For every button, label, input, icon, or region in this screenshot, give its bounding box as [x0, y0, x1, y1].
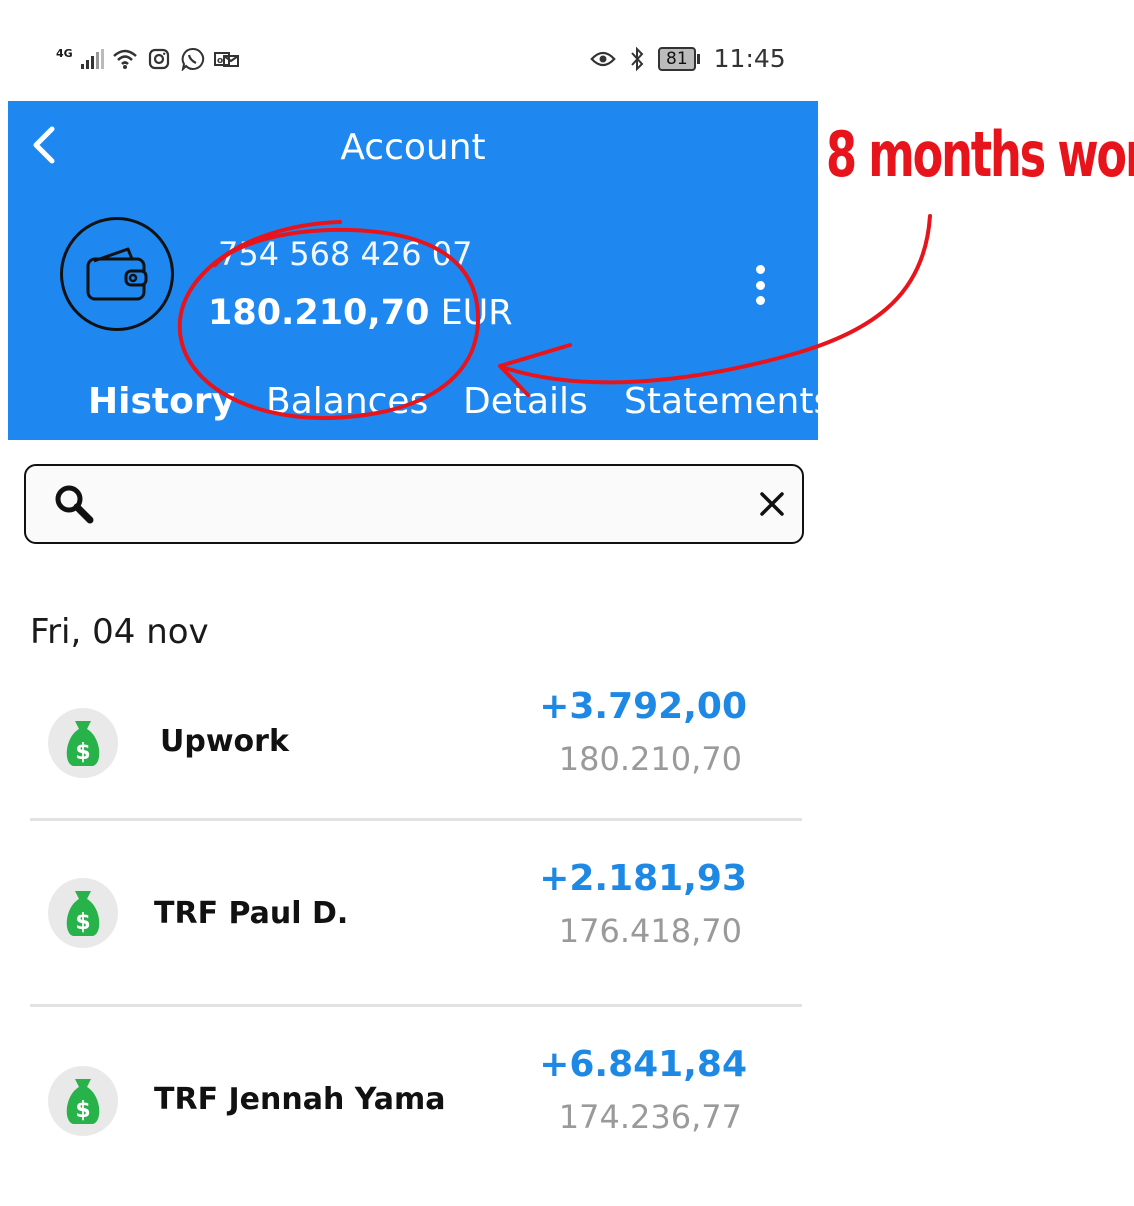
date-header: Fri, 04 nov	[30, 612, 209, 652]
bluetooth-icon	[624, 46, 650, 72]
status-bar-left: 4G o	[56, 46, 240, 72]
svg-text:$: $	[75, 910, 90, 935]
transaction-running-balance: 180.210,70	[558, 740, 742, 778]
page-title: Account	[340, 127, 486, 168]
money-bag-icon: $	[48, 1066, 118, 1136]
annotation-label: 8 months work	[826, 118, 1134, 191]
transaction-running-balance: 176.418,70	[558, 912, 742, 950]
email-icon: o	[213, 46, 240, 72]
money-bag-icon: $	[48, 708, 118, 778]
wifi-icon	[112, 46, 138, 72]
tab-balances[interactable]: Balances	[266, 381, 428, 422]
tab-statements[interactable]: Statements	[624, 381, 818, 422]
whatsapp-icon	[180, 46, 206, 72]
svg-text:$: $	[75, 740, 90, 765]
balance-currency: EUR	[440, 293, 513, 333]
transaction-amount: +2.181,93	[539, 858, 747, 899]
transaction-amount: +3.792,00	[539, 686, 747, 727]
status-time: 11:45	[713, 44, 786, 73]
status-bar-right: 81 11:45	[590, 44, 786, 73]
account-balance: 180.210,70 EUR	[208, 293, 513, 333]
transaction-row[interactable]: $ TRF Jennah Yama +6.841,84 174.236,77	[30, 1026, 802, 1206]
balance-amount: 180.210,70	[208, 293, 430, 333]
money-bag-icon: $	[48, 878, 118, 948]
account-number: 754 568 426 07	[218, 235, 473, 273]
more-options-icon[interactable]	[750, 265, 770, 305]
search-input[interactable]	[116, 480, 740, 528]
battery-icon: 81	[658, 46, 700, 71]
transaction-name: Upwork	[160, 724, 289, 759]
transaction-running-balance: 174.236,77	[558, 1098, 742, 1136]
svg-text:o: o	[217, 56, 223, 66]
network-type: 4G	[56, 46, 73, 60]
transaction-name: TRF Paul D.	[154, 896, 349, 931]
transaction-amount: +6.841,84	[539, 1044, 747, 1085]
account-tabs: History Balances Details Statements	[88, 381, 818, 431]
wallet-icon	[86, 247, 148, 301]
close-icon[interactable]	[756, 488, 788, 520]
instagram-icon	[146, 46, 172, 72]
tab-details[interactable]: Details	[463, 381, 588, 422]
account-avatar	[60, 217, 174, 331]
signal-icon	[80, 49, 104, 69]
eye-icon	[590, 46, 616, 72]
tab-history[interactable]: History	[88, 381, 235, 422]
divider	[30, 818, 802, 821]
svg-text:$: $	[75, 1098, 90, 1123]
search-bar	[24, 464, 804, 544]
transaction-name: TRF Jennah Yama	[154, 1082, 446, 1117]
divider	[30, 1004, 802, 1007]
transaction-row[interactable]: $ Upwork +3.792,00 180.210,70	[30, 668, 802, 848]
transaction-row[interactable]: $ TRF Paul D. +2.181,93 176.418,70	[30, 840, 802, 1020]
account-header: Account 754 568 426 07 180.210,70 EUR Hi…	[8, 101, 818, 440]
search-icon	[55, 485, 94, 524]
